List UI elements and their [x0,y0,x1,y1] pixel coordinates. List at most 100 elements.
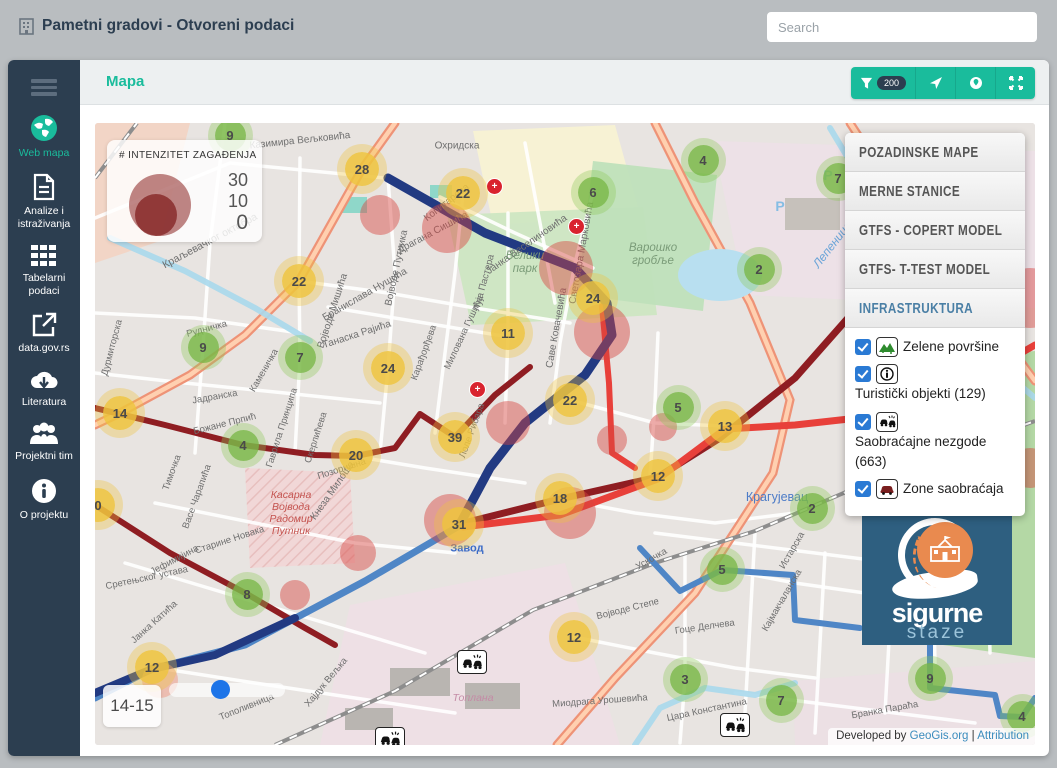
layer-item-label: Saobraćajne nezgode (663) [855,432,1017,473]
measurement-marker[interactable]: 2 [797,493,828,524]
filter-icon [860,77,873,90]
measurement-marker[interactable]: 22 [282,264,316,298]
layer-item-saobracajne-nezgode[interactable]: Saobraćajne nezgode (663) [855,412,1017,473]
sidebar-item-label: data.gov.rs [16,342,71,355]
measurement-marker[interactable]: 8 [232,579,263,610]
panel-section-infrastruktura[interactable]: INFRASTRUKTURA [845,289,1025,328]
menu-toggle-button[interactable] [31,76,57,99]
time-slider-thumb[interactable] [211,680,230,699]
panel-section-gtfs-copert[interactable]: GTFS - COPERT MODEL [845,211,1025,250]
sidebar-item-label: Analize i istraživanja [8,205,80,231]
measurement-marker[interactable]: 11 [491,316,525,350]
map-canvas[interactable]: Казимира ВељковићаОхридскаКопитареваДраг… [95,123,1035,745]
sidebar-item-label: Web mapa [17,147,72,160]
building-block [390,668,450,696]
measurement-marker[interactable]: 18 [543,481,577,515]
sidebar-item-datagov[interactable]: data.gov.rs [8,311,80,355]
checkbox-checked[interactable] [855,366,871,382]
measurement-marker[interactable]: 7 [285,342,316,373]
measurement-marker[interactable]: 20 [339,438,373,472]
measurement-marker[interactable]: 5 [663,392,694,423]
measurement-marker[interactable]: 24 [371,351,405,385]
attribution-link[interactable]: Attribution [977,730,1029,742]
content-area: Mapa 200 [80,60,1049,756]
measurement-marker[interactable]: 9 [915,663,946,694]
time-slider-track[interactable] [169,683,285,697]
car-crash-map-icon[interactable] [375,727,405,745]
legend-value-10: 10 [228,191,248,212]
app-title: Pametni gradovi - Otvoreni podaci [18,17,294,35]
measurement-marker[interactable]: 22 [553,383,587,417]
sidebar-item-projektni-tim[interactable]: Projektni tim [8,422,80,463]
basemap-button[interactable] [955,67,995,99]
measurement-marker[interactable]: 4 [1007,701,1036,732]
green-areas-icon [876,337,898,357]
team-icon [28,422,60,446]
sidebar: Web mapa Analize i istraživanja Tabelarn… [8,60,80,756]
locate-button[interactable] [915,67,955,99]
legend-values: 30 10 0 [228,170,248,236]
legend-value-30: 30 [228,170,248,191]
measurement-marker[interactable]: 4 [688,145,719,176]
medical-marker[interactable]: + [486,178,503,195]
measurement-marker[interactable]: 9 [188,332,219,363]
table-icon [30,244,58,268]
geogis-link[interactable]: GeoGis.org [910,730,969,742]
layer-item-label: Zelene površine [903,337,999,357]
measurement-marker[interactable]: 13 [708,409,742,443]
measurement-marker[interactable]: 5 [707,554,738,585]
measurement-marker[interactable]: 3 [670,664,701,695]
time-range-label: 14-15 [103,685,161,727]
sidebar-item-label: Literatura [20,396,68,409]
measurement-marker[interactable]: 28 [345,152,379,186]
sigurne-staze-logo: sigurne staze [862,510,1012,645]
measurement-marker[interactable]: 31 [442,507,476,541]
sidebar-item-tabelarni[interactable]: Tabelarni podaci [8,244,80,298]
checkbox-checked[interactable] [855,414,871,430]
checkbox-checked[interactable] [855,339,871,355]
layer-item-zone-saobracaja[interactable]: Zone saobraćaja [855,479,1017,499]
car-crash-map-icon[interactable] [457,650,487,674]
layer-item-turisticki-objekti[interactable]: Turistički objekti (129) [855,364,1017,404]
measurement-marker[interactable]: 14 [103,396,137,430]
legend-title: # INTENZITET ZAGAĐENJA [107,140,262,161]
filter-button[interactable]: 200 [851,67,915,99]
locate-icon [929,76,943,90]
measurement-marker[interactable]: 12 [135,650,169,684]
sidebar-item-literatura[interactable]: Literatura [8,368,80,409]
measurement-marker[interactable]: 6 [578,177,609,208]
panel-section-pozadinske-mape[interactable]: POZADINSKE MAPE [845,133,1025,172]
panel-section-merne-stanice[interactable]: MERNE STANICE [845,172,1025,211]
car-crash-map-icon[interactable] [720,713,750,737]
sidebar-item-analize[interactable]: Analize i istraživanja [8,173,80,231]
filter-count-badge: 200 [877,76,906,90]
medical-marker[interactable]: + [568,218,585,235]
measurement-marker[interactable]: 39 [438,420,472,454]
globe-pin-icon [969,76,983,90]
building-block [465,683,520,709]
measurement-marker[interactable]: 12 [557,620,591,654]
search-input[interactable] [767,12,1037,42]
measurement-marker[interactable]: 24 [576,281,610,315]
layer-item-zelene-povrsine[interactable]: Zelene površine [855,337,1017,357]
legend-value-0: 0 [228,211,248,235]
sidebar-item-label: O projektu [18,509,70,522]
fullscreen-button[interactable] [995,67,1035,99]
content-header: Mapa 200 [80,60,1049,105]
measurement-marker[interactable]: 22 [446,176,480,210]
checkbox-checked[interactable] [855,481,871,497]
measurement-marker[interactable]: 7 [766,685,797,716]
measurement-marker[interactable]: 2 [744,254,775,285]
layer-item-label: Zone saobraćaja [903,479,1004,499]
app-title-text: Pametni gradovi - Otvoreni podaci [42,17,294,35]
top-header: Pametni gradovi - Otvoreni podaci [0,0,1057,56]
map-toolbar: 200 [851,67,1035,99]
sidebar-item-web-mapa[interactable]: Web mapa [8,113,80,160]
measurement-marker[interactable]: 12 [641,459,675,493]
sidebar-item-o-projektu[interactable]: O projektu [8,477,80,522]
panel-section-gtfs-ttest[interactable]: GTFS- T-TEST MODEL [845,250,1025,289]
measurement-marker[interactable]: 4 [228,430,259,461]
medical-marker[interactable]: + [469,381,486,398]
document-icon [31,173,57,201]
building-icon [18,18,35,35]
